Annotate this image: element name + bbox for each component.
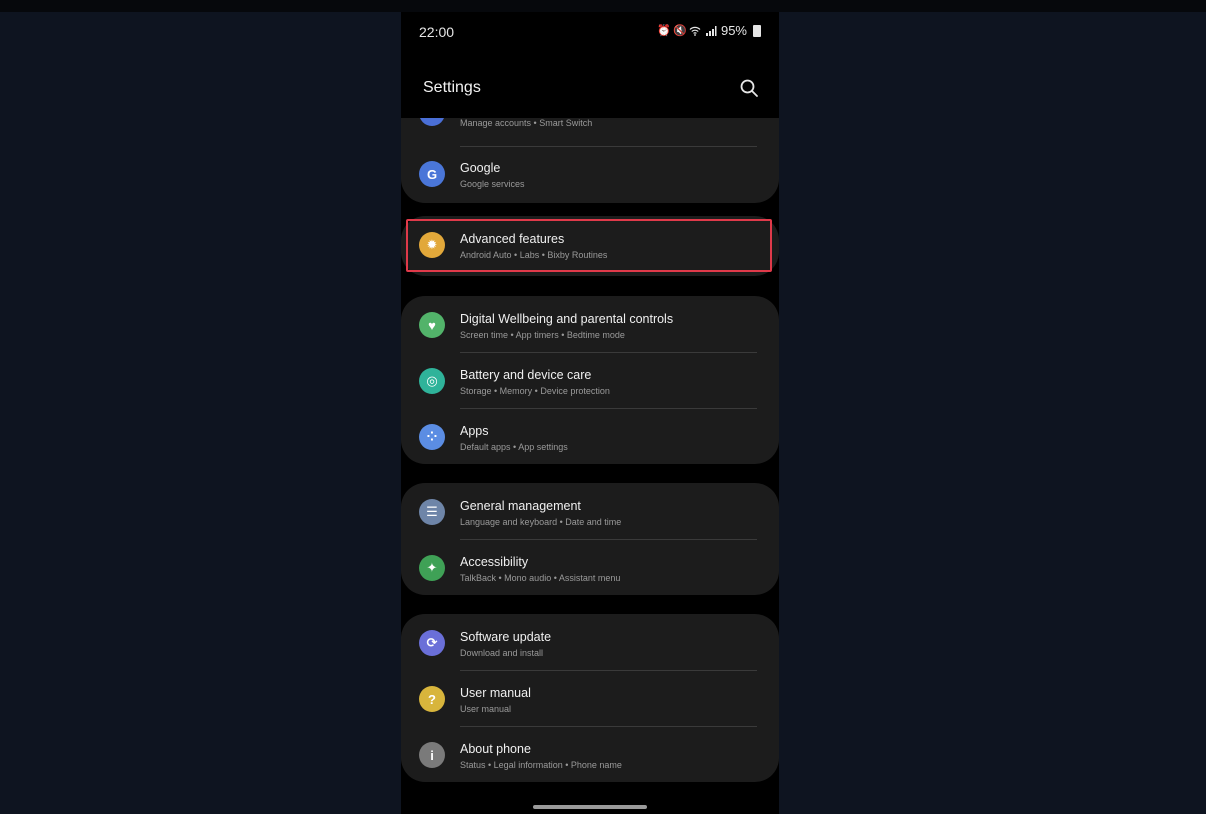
settings-item-label: User manual bbox=[460, 686, 531, 700]
settings-item-sub: Android Auto • Labs • Bixby Routines bbox=[460, 250, 608, 260]
device-care-icon: ◎ bbox=[419, 368, 445, 394]
phone-screen: 22:00 ⏰ 🔇 95% Settings ↻ Manage accounts… bbox=[401, 12, 779, 814]
settings-item-sub: Google services bbox=[460, 179, 525, 189]
settings-item-advanced-features[interactable]: ✹ Advanced features Android Auto • Labs … bbox=[401, 218, 779, 274]
status-time: 22:00 bbox=[419, 24, 455, 40]
mute-icon: 🔇 bbox=[672, 24, 687, 37]
user-manual-icon: ? bbox=[419, 686, 445, 712]
advanced-features-icon: ✹ bbox=[419, 232, 445, 258]
signal-icon bbox=[705, 25, 717, 37]
settings-item-label: Software update bbox=[460, 630, 552, 644]
settings-group-advanced: ✹ Advanced features Android Auto • Labs … bbox=[401, 216, 779, 276]
divider bbox=[460, 670, 757, 671]
settings-item-digital-wellbeing[interactable]: ♥ Digital Wellbeing and parental control… bbox=[401, 298, 779, 354]
window-top-bar bbox=[0, 0, 1206, 12]
settings-item-sub: Status • Legal information • Phone name bbox=[460, 760, 622, 770]
home-indicator[interactable] bbox=[533, 805, 647, 809]
settings-item-sub: Default apps • App settings bbox=[460, 442, 568, 452]
settings-item-label: Digital Wellbeing and parental controls bbox=[460, 312, 674, 326]
settings-item-sub: User manual bbox=[460, 704, 512, 714]
software-update-icon: ⟳ bbox=[419, 630, 445, 656]
wifi-icon bbox=[689, 25, 701, 37]
settings-item-software-update[interactable]: ⟳ Software update Download and install bbox=[401, 616, 779, 672]
settings-item-label: Google bbox=[460, 161, 501, 175]
settings-item-label: About phone bbox=[460, 742, 531, 756]
settings-item-battery-device-care[interactable]: ◎ Battery and device care Storage • Memo… bbox=[401, 354, 779, 410]
settings-item-sub: TalkBack • Mono audio • Assistant menu bbox=[460, 573, 621, 583]
settings-item-label: Battery and device care bbox=[460, 368, 592, 382]
battery-percent: 95% bbox=[720, 23, 747, 38]
google-icon: G bbox=[419, 161, 445, 187]
search-icon[interactable] bbox=[739, 78, 759, 98]
settings-item-sub: Storage • Memory • Device protection bbox=[460, 386, 610, 396]
settings-item-label: Advanced features bbox=[460, 232, 565, 246]
settings-item-general-management[interactable]: ☰ General management Language and keyboa… bbox=[401, 485, 779, 541]
battery-icon bbox=[753, 24, 761, 37]
settings-group-about: ⟳ Software update Download and install ?… bbox=[401, 614, 779, 782]
settings-item-sub: Screen time • App timers • Bedtime mode bbox=[460, 330, 625, 340]
settings-item-accessibility[interactable]: ✦ Accessibility TalkBack • Mono audio • … bbox=[401, 541, 779, 595]
settings-item-sub: Language and keyboard • Date and time bbox=[460, 517, 622, 527]
settings-group-device: ♥ Digital Wellbeing and parental control… bbox=[401, 296, 779, 464]
status-icons: ⏰ 🔇 95% bbox=[657, 23, 761, 38]
settings-group-general: ☰ General management Language and keyboa… bbox=[401, 483, 779, 595]
settings-item-accounts[interactable]: ↻ Manage accounts • Smart Switch bbox=[401, 118, 779, 142]
settings-item-label: Accessibility bbox=[460, 555, 529, 569]
settings-item-sub: Manage accounts • Smart Switch bbox=[460, 118, 593, 128]
divider bbox=[460, 539, 757, 540]
settings-item-google[interactable]: G Google Google services bbox=[401, 147, 779, 203]
settings-header: Settings bbox=[401, 72, 779, 112]
settings-item-about-phone[interactable]: i About phone Status • Legal information… bbox=[401, 728, 779, 782]
divider bbox=[460, 352, 757, 353]
accounts-icon: ↻ bbox=[419, 118, 445, 126]
accessibility-icon: ✦ bbox=[419, 555, 445, 581]
wellbeing-icon: ♥ bbox=[419, 312, 445, 338]
settings-item-sub: Download and install bbox=[460, 648, 544, 658]
general-management-icon: ☰ bbox=[419, 499, 445, 525]
divider bbox=[460, 408, 757, 409]
status-bar: 22:00 ⏰ 🔇 95% bbox=[401, 12, 779, 52]
page-title: Settings bbox=[423, 79, 481, 96]
settings-item-label: General management bbox=[460, 499, 581, 513]
settings-group-accounts: ↻ Manage accounts • Smart Switch G Googl… bbox=[401, 118, 779, 203]
divider bbox=[460, 726, 757, 727]
settings-item-label: Apps bbox=[460, 424, 489, 438]
about-phone-icon: i bbox=[419, 742, 445, 768]
settings-item-user-manual[interactable]: ? User manual User manual bbox=[401, 672, 779, 728]
settings-item-apps[interactable]: ⁘ Apps Default apps • App settings bbox=[401, 410, 779, 464]
alarm-icon: ⏰ bbox=[656, 24, 671, 37]
apps-icon: ⁘ bbox=[419, 424, 445, 450]
